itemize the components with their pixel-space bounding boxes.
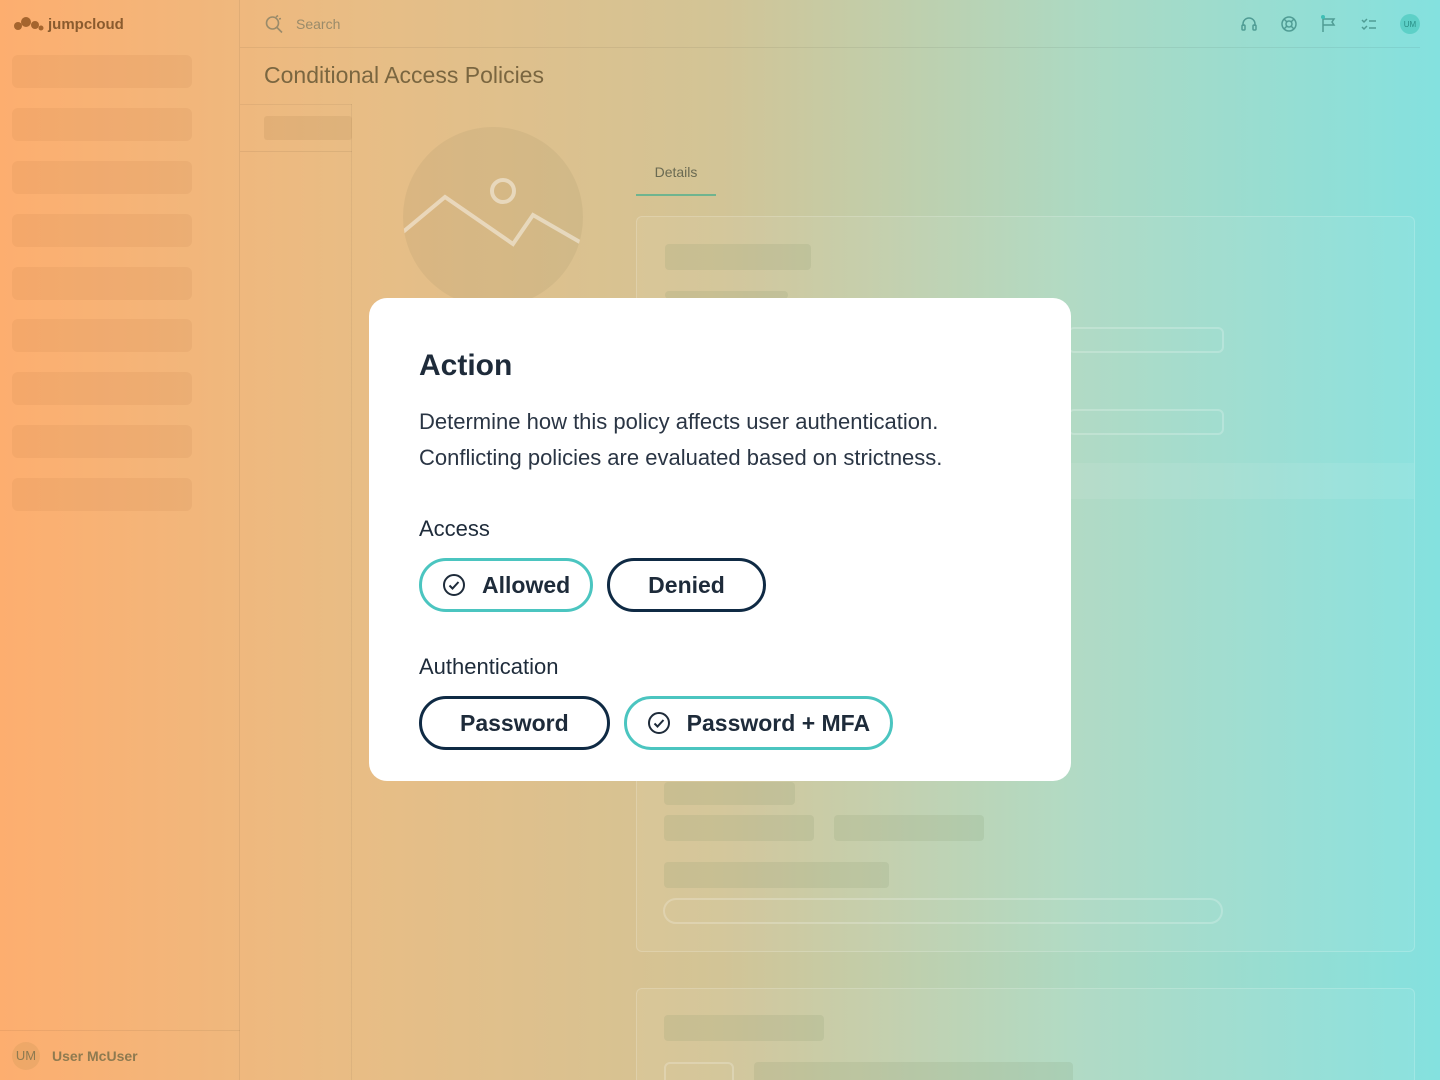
page-title: Conditional Access Policies [264, 62, 544, 88]
auth-password-mfa-label: Password + MFA [686, 709, 871, 736]
access-options: Allowed Denied [419, 558, 1021, 612]
tab-details[interactable]: Details [636, 150, 716, 196]
topbar-actions: UM [1240, 12, 1420, 36]
checklist-icon[interactable] [1360, 15, 1378, 33]
app-window: jumpcloud UM User McUser Search UM Condi… [0, 0, 1440, 1080]
search-input[interactable]: Search [264, 12, 340, 36]
auth-password-button[interactable]: Password [419, 696, 610, 750]
nav-item-placeholder [12, 161, 192, 194]
authentication-label: Authentication [419, 654, 559, 679]
cloud-logo-icon [14, 17, 44, 31]
skeleton-field [663, 898, 1223, 924]
check-circle-icon [647, 711, 671, 735]
nav-item-placeholder [12, 55, 192, 88]
skeleton-field [664, 1062, 734, 1080]
access-allowed-button[interactable]: Allowed [419, 558, 594, 612]
nav-item-placeholder [12, 108, 192, 141]
headset-icon[interactable] [1240, 15, 1258, 33]
nav-item-placeholder [12, 372, 192, 405]
dialog-title: Action [419, 349, 513, 382]
auth-password-label: Password [460, 709, 569, 736]
skeleton-field [1068, 327, 1224, 353]
topbar: Search UM [240, 0, 1420, 48]
nav-item-placeholder [12, 214, 192, 247]
sidebar: jumpcloud UM User McUser [0, 0, 240, 1080]
skeleton-block [834, 815, 984, 841]
access-denied-label: Denied [648, 571, 725, 598]
skeleton-block [664, 815, 814, 841]
flag-icon[interactable] [1320, 15, 1338, 33]
action-dialog: Action Determine how this policy affects… [369, 298, 1071, 781]
skeleton-block [754, 1062, 1073, 1080]
search-icon [265, 14, 283, 34]
auth-password-mfa-button[interactable]: Password + MFA [623, 696, 894, 750]
authentication-options: Password Password + MFA [419, 696, 1021, 750]
image-placeholder-icon [403, 178, 583, 247]
skeleton-block [664, 862, 889, 888]
nav-item-placeholder [12, 267, 192, 300]
check-circle-icon [442, 573, 466, 597]
access-label: Access [419, 516, 490, 541]
brand-name: jumpcloud [48, 15, 124, 33]
nav-item-placeholder [12, 478, 192, 511]
help-icon[interactable] [1280, 15, 1298, 33]
user-menu[interactable]: UM User McUser [0, 1030, 240, 1080]
access-denied-button[interactable]: Denied [607, 558, 766, 612]
skeleton-block [665, 244, 811, 270]
avatar[interactable]: UM [1400, 14, 1420, 34]
dialog-description: Determine how this policy affects user a… [419, 409, 943, 470]
avatar: UM [12, 1041, 40, 1070]
policy-image-placeholder [403, 127, 583, 307]
skeleton-field [1068, 409, 1224, 435]
brand-logo[interactable]: jumpcloud [12, 12, 124, 36]
skeleton-block [664, 1015, 824, 1041]
search-placeholder: Search [296, 16, 341, 32]
nav-item-placeholder [12, 319, 192, 352]
user-name: User McUser [52, 1047, 138, 1064]
secondary-nav [240, 104, 352, 1080]
skeleton-block [664, 782, 795, 805]
access-allowed-label: Allowed [482, 571, 571, 598]
secondary-nav-placeholder [264, 116, 352, 140]
nav-item-placeholder [12, 425, 192, 458]
